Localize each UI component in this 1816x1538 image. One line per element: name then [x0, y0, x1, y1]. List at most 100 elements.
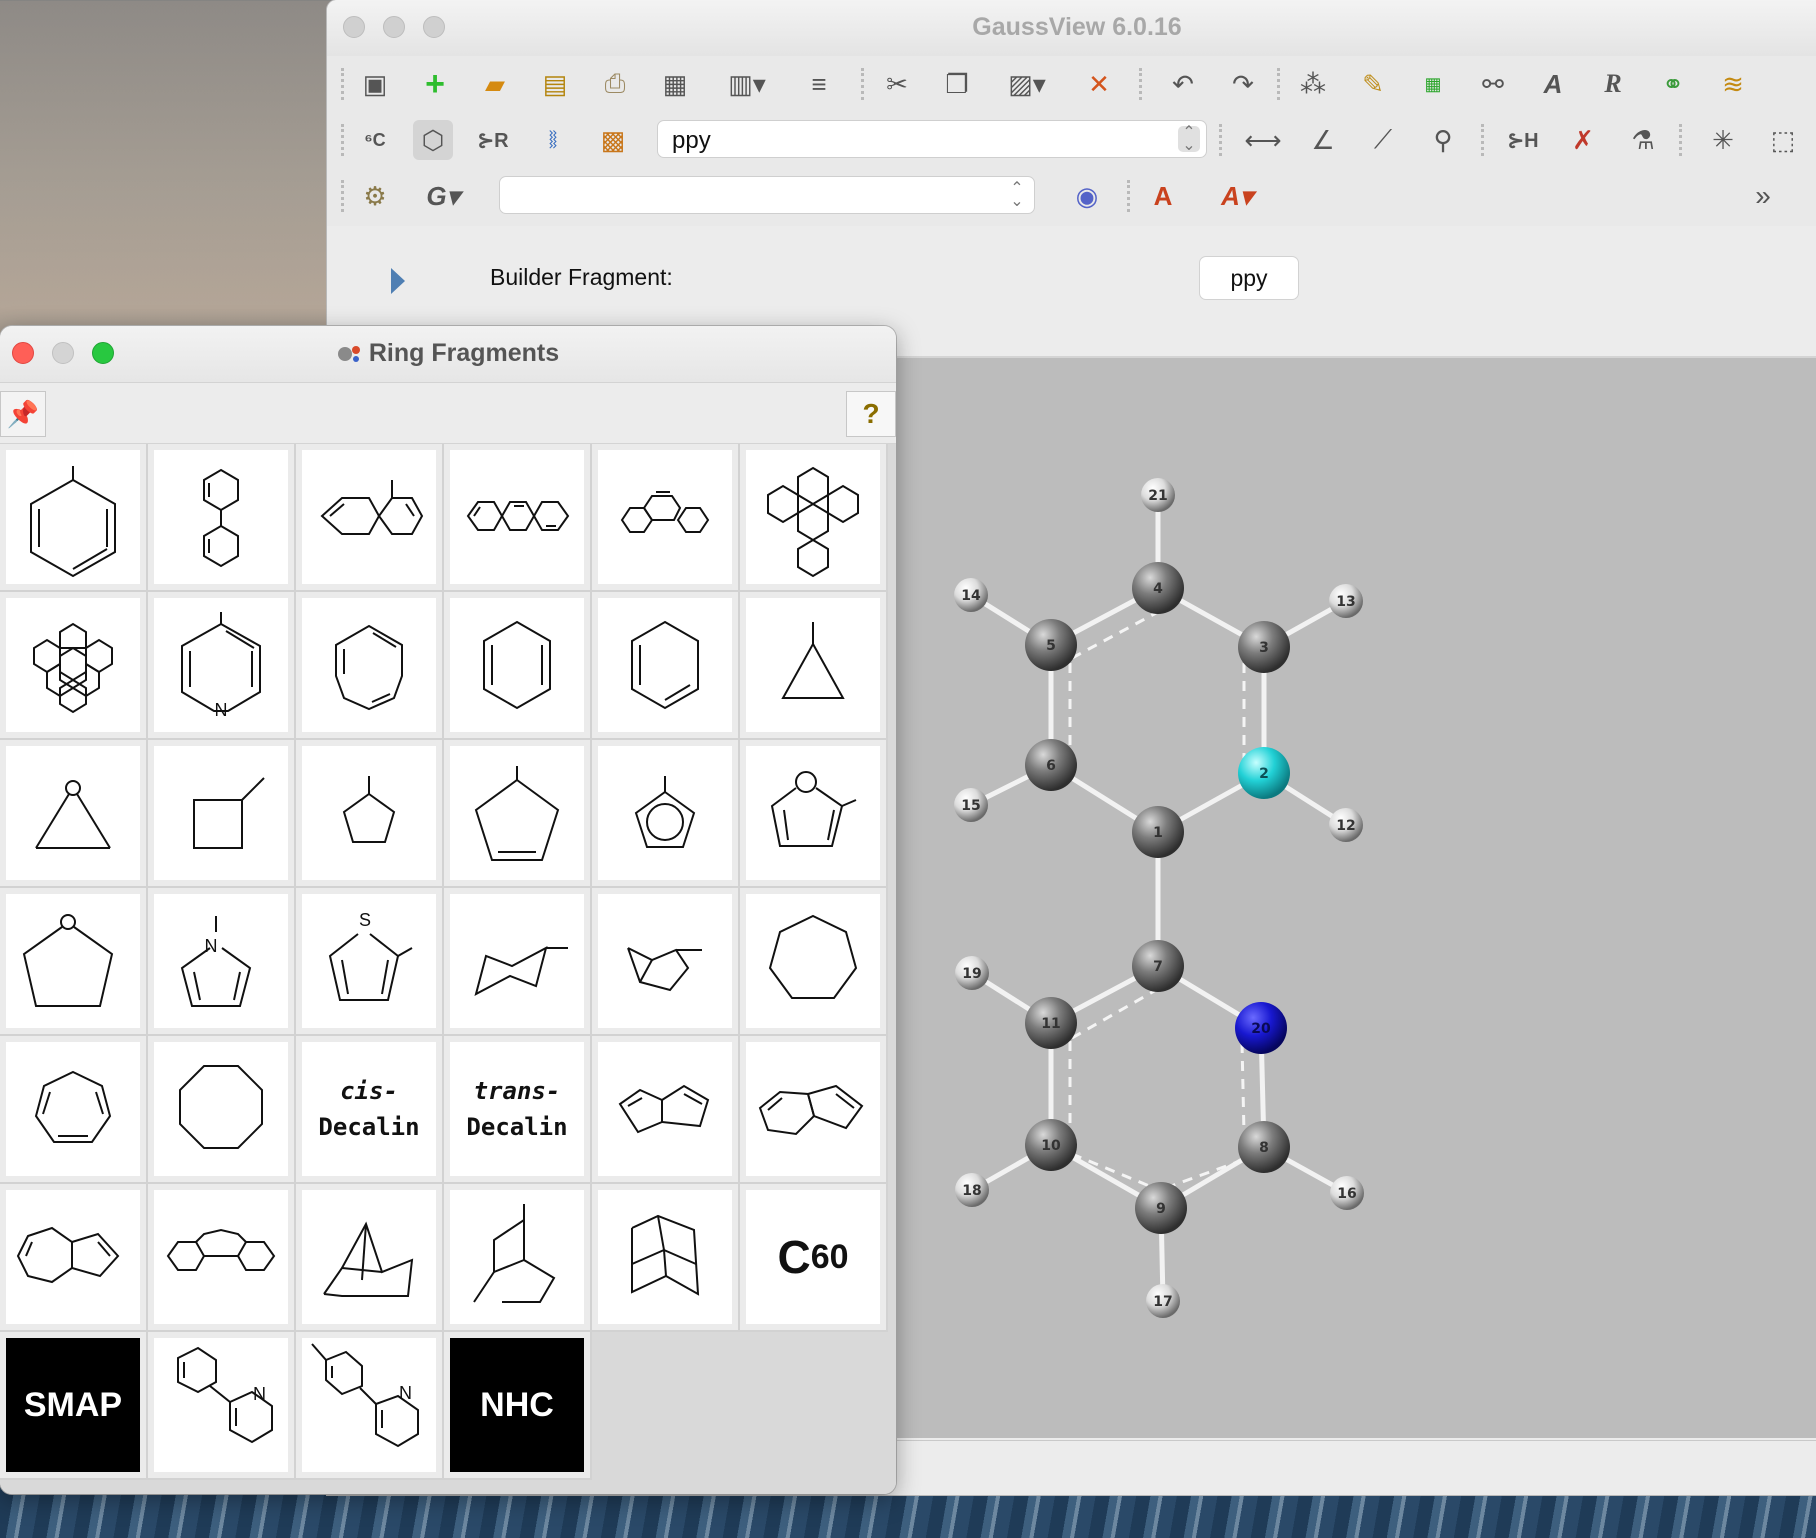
atom-h[interactable]: 12	[1329, 808, 1363, 842]
fragment-oxirane[interactable]	[0, 740, 148, 888]
bond-icon[interactable]: ⚯	[1473, 64, 1513, 104]
font-options-icon[interactable]: A▾	[1217, 176, 1257, 216]
file-menu-icon[interactable]: ▥▾	[727, 64, 767, 104]
add-h-icon[interactable]: ⊱H	[1503, 120, 1543, 160]
copy-icon[interactable]: ❐	[937, 64, 977, 104]
save-icon[interactable]: ▤	[535, 64, 575, 104]
fragment-norbornane[interactable]	[296, 1184, 444, 1332]
biological-icon[interactable]: ⧚	[533, 120, 573, 160]
fragment-cyclopropane[interactable]	[740, 592, 888, 740]
r-group-icon[interactable]: ⊱R	[473, 120, 513, 160]
atom-h[interactable]: 14	[954, 578, 988, 612]
fragment-c60[interactable]: C 60	[740, 1184, 888, 1332]
atom-c[interactable]: 7	[1132, 940, 1184, 992]
toolbar-grip[interactable]	[1481, 124, 1490, 156]
atom-c[interactable]: 3	[1238, 621, 1290, 673]
fragment-indene[interactable]	[740, 1036, 888, 1184]
atom-c[interactable]: 9	[1135, 1182, 1187, 1234]
link-icon[interactable]: ⚭	[1653, 64, 1693, 104]
r-icon[interactable]: R	[1593, 64, 1633, 104]
brush-icon[interactable]: ✎	[1353, 64, 1393, 104]
paste-icon[interactable]: ▨▾	[1007, 64, 1047, 104]
delete-icon[interactable]: ✕	[1079, 64, 1119, 104]
atom-c[interactable]: 5	[1025, 619, 1077, 671]
fragment-coronene[interactable]	[0, 592, 148, 740]
point-icon[interactable]: ✳	[1703, 120, 1743, 160]
fragment-cyclopentadienyl[interactable]	[592, 740, 740, 888]
atom-h[interactable]: 15	[954, 788, 988, 822]
redo-icon[interactable]: ↷	[1223, 64, 1263, 104]
fragment-pyrimidine[interactable]	[296, 592, 444, 740]
fragment-pentalene[interactable]	[592, 1036, 740, 1184]
dihedral-icon[interactable]: ⟋	[1363, 120, 1403, 160]
toolbar-grip[interactable]	[341, 124, 350, 156]
fragment-combo[interactable]: ppy ⌃ ⌄	[657, 120, 1207, 158]
fragment-ppy[interactable]: N	[148, 1332, 296, 1480]
fragment-adamantane[interactable]	[592, 1184, 740, 1332]
atom-c[interactable]: 4	[1132, 562, 1184, 614]
layers-icon[interactable]: ≋	[1713, 64, 1753, 104]
atom-c[interactable]: 10	[1025, 1119, 1077, 1171]
fragment-smap[interactable]: SMAP	[0, 1332, 148, 1480]
fragment-bicyclooctane[interactable]	[444, 1184, 592, 1332]
atom-c[interactable]: 11	[1025, 997, 1077, 1049]
fragment-tolylpyridine[interactable]: N	[296, 1332, 444, 1480]
atom-c[interactable]: 1	[1132, 806, 1184, 858]
font-icon[interactable]: A	[1143, 176, 1183, 216]
undo-icon[interactable]: ↶	[1163, 64, 1203, 104]
disclosure-triangle-icon[interactable]	[391, 268, 405, 294]
fragment-cyclobutane[interactable]	[148, 740, 296, 888]
toolbar-grip[interactable]	[1219, 124, 1228, 156]
fragment-anthracene[interactable]	[444, 444, 592, 592]
toolbar-grip[interactable]	[1139, 68, 1148, 100]
fragment-cyclooctane[interactable]	[148, 1036, 296, 1184]
image-save-icon[interactable]: ▦	[655, 64, 695, 104]
select-icon[interactable]: ⬚	[1763, 120, 1803, 160]
fragment-cyclopentene[interactable]	[444, 740, 592, 888]
builder-fragment-value[interactable]: ppy	[1199, 256, 1299, 300]
inquire-icon[interactable]: ⚲	[1423, 120, 1463, 160]
fragment-pyridazine[interactable]	[592, 592, 740, 740]
help-button[interactable]: ?	[846, 391, 896, 437]
gaussian-calc-icon[interactable]: G▾	[423, 176, 463, 216]
label-icon[interactable]: A	[1533, 64, 1573, 104]
delete-atom-icon[interactable]: ✗	[1563, 120, 1603, 160]
print-icon[interactable]: ⎙	[595, 64, 635, 104]
toolbar-grip[interactable]	[1679, 124, 1688, 156]
ring-fragment-icon[interactable]: ⬡	[413, 120, 453, 160]
atom-n[interactable]: 20	[1235, 1002, 1287, 1054]
custom-fragment-icon[interactable]: ▩	[593, 120, 633, 160]
atom-h[interactable]: 19	[955, 956, 989, 990]
list-icon[interactable]: ≡	[799, 64, 839, 104]
fragment-cyclopentane[interactable]	[296, 740, 444, 888]
molecule-icon[interactable]: ◉	[1067, 176, 1107, 216]
atom-c[interactable]: 6	[1025, 739, 1077, 791]
fragment-pyridine[interactable]: N	[148, 592, 296, 740]
toolbar-grip[interactable]	[1277, 68, 1286, 100]
element-fragment-icon[interactable]: ⁶C	[355, 120, 395, 160]
fragment-biphenyl[interactable]	[148, 444, 296, 592]
fragment-nhc[interactable]: NHC	[444, 1332, 592, 1480]
add-icon[interactable]: +	[415, 64, 455, 104]
calc-combo[interactable]: ⌃ ⌄	[499, 176, 1035, 214]
atom-h[interactable]: 21	[1141, 478, 1175, 512]
fragment-thiophene[interactable]: S	[296, 888, 444, 1036]
atom-h[interactable]: 18	[955, 1173, 989, 1207]
cut-icon[interactable]: ✂	[877, 64, 917, 104]
toolbar-grip[interactable]	[341, 68, 350, 100]
fragment-cyclohexane-chair[interactable]	[444, 888, 592, 1036]
fragment-cis-decalin[interactable]: cis- Decalin	[296, 1036, 444, 1184]
clean-icon[interactable]: ⁂	[1293, 64, 1333, 104]
atom-h[interactable]: 17	[1146, 1284, 1180, 1318]
fragment-tetrahydrofuran[interactable]	[0, 888, 148, 1036]
open-folder-icon[interactable]: ▰	[475, 64, 515, 104]
calculate-icon[interactable]: ⚙	[355, 176, 395, 216]
more-chevron[interactable]: »	[1743, 176, 1783, 216]
pin-icon[interactable]: 📌	[0, 391, 46, 437]
fragment-trans-decalin[interactable]: trans- Decalin	[444, 1036, 592, 1184]
fragment-naphthalene[interactable]	[296, 444, 444, 592]
symmetry-icon[interactable]: ⚗	[1623, 120, 1663, 160]
fragment-benzene[interactable]	[0, 444, 148, 592]
fragment-azulene[interactable]	[0, 1184, 148, 1332]
toolbar-grip[interactable]	[341, 180, 350, 212]
